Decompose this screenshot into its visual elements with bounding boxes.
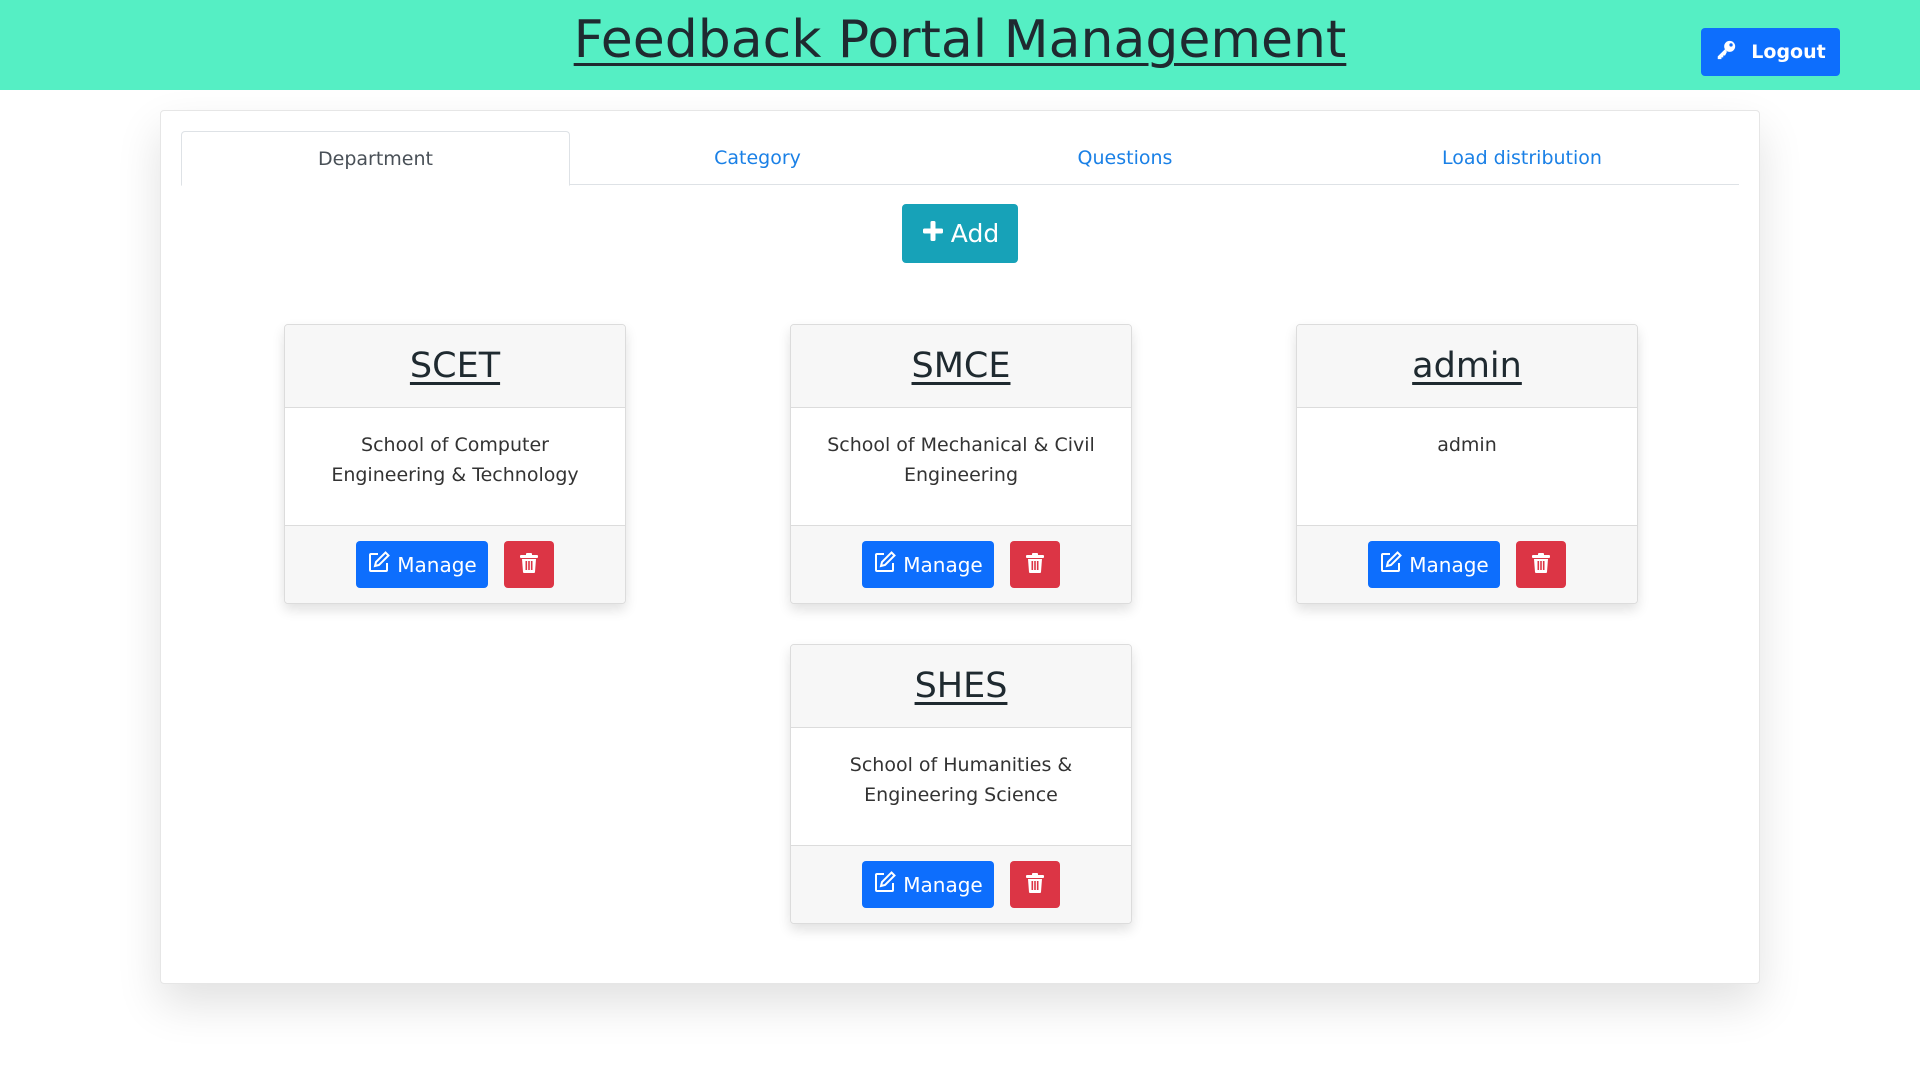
card-actions: Manage xyxy=(791,525,1131,603)
department-code: admin xyxy=(1297,325,1637,408)
logout-label: Logout xyxy=(1751,41,1826,63)
department-code: SMCE xyxy=(791,325,1131,408)
add-label: Add xyxy=(950,219,1000,248)
page-title: Feedback Portal Management xyxy=(573,10,1347,70)
delete-button[interactable] xyxy=(1516,541,1566,588)
delete-button[interactable] xyxy=(1010,541,1060,588)
delete-button[interactable] xyxy=(504,541,554,588)
add-button[interactable]: Add xyxy=(902,204,1018,263)
department-code: SCET xyxy=(285,325,625,408)
key-icon xyxy=(1715,39,1737,66)
manage-button[interactable]: Manage xyxy=(1368,541,1500,588)
card-actions: Manage xyxy=(285,525,625,603)
edit-icon xyxy=(367,550,391,579)
department-panel: Department Category Questions Load distr… xyxy=(160,110,1760,984)
tab-load-distribution[interactable]: Load distribution xyxy=(1305,131,1739,185)
department-card: SMCE School of Mechanical & Civil Engine… xyxy=(790,324,1132,604)
department-name: School of Computer Engineering & Technol… xyxy=(331,434,579,486)
tab-department[interactable]: Department xyxy=(181,131,570,186)
delete-button[interactable] xyxy=(1010,861,1060,908)
department-name: School of Mechanical & Civil Engineering xyxy=(827,434,1095,486)
card-actions: Manage xyxy=(791,845,1131,923)
manage-label: Manage xyxy=(903,552,983,577)
tab-category[interactable]: Category xyxy=(570,131,945,185)
top-header-bar: Feedback Portal Management Logout xyxy=(0,0,1920,90)
card-actions: Manage xyxy=(1297,525,1637,603)
manage-button[interactable]: Manage xyxy=(862,861,994,908)
trash-icon xyxy=(520,552,538,577)
logout-button[interactable]: Logout xyxy=(1701,28,1840,76)
tab-questions[interactable]: Questions xyxy=(945,131,1305,185)
department-card: SCET School of Computer Engineering & Te… xyxy=(284,324,626,604)
manage-label: Manage xyxy=(903,872,983,897)
edit-icon xyxy=(873,550,897,579)
manage-button[interactable]: Manage xyxy=(862,541,994,588)
plus-icon xyxy=(921,219,945,249)
department-name: School of Humanities & Engineering Scien… xyxy=(849,754,1073,806)
trash-icon xyxy=(1026,552,1044,577)
department-name: admin xyxy=(1437,434,1497,456)
manage-label: Manage xyxy=(1409,552,1489,577)
department-code: SHES xyxy=(791,645,1131,728)
tab-bar: Department Category Questions Load distr… xyxy=(181,131,1739,186)
manage-button[interactable]: Manage xyxy=(356,541,488,588)
edit-icon xyxy=(1379,550,1403,579)
department-card: SHES School of Humanities & Engineering … xyxy=(790,644,1132,924)
edit-icon xyxy=(873,870,897,899)
trash-icon xyxy=(1532,552,1550,577)
department-card: admin admin Manage xyxy=(1296,324,1638,604)
trash-icon xyxy=(1026,872,1044,897)
manage-label: Manage xyxy=(397,552,477,577)
